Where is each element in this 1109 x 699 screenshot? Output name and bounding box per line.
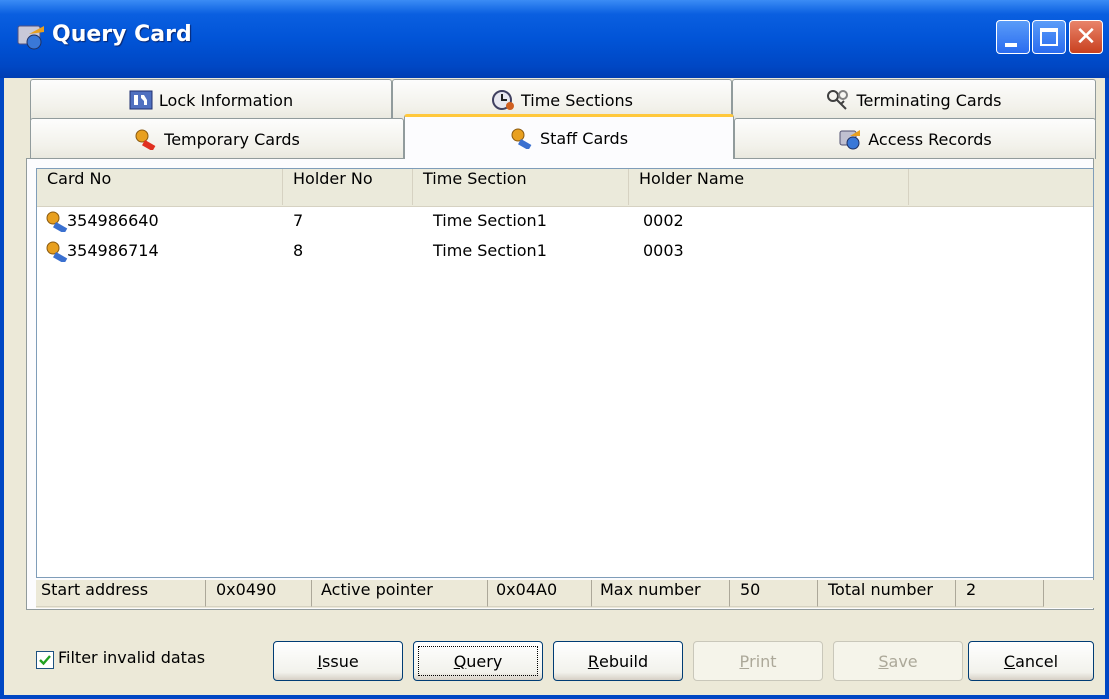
tab-terminating-cards[interactable]: Terminating Cards bbox=[732, 79, 1096, 120]
column-header-card-no[interactable]: Card No bbox=[37, 169, 283, 205]
window-frame bbox=[0, 695, 1109, 699]
filter-invalid-label[interactable]: Filter invalid datas bbox=[58, 648, 205, 667]
window-title: Query Card bbox=[52, 22, 192, 47]
active-pointer-label: Active pointer bbox=[312, 580, 488, 607]
checkmark-icon bbox=[39, 655, 51, 666]
staff-cards-list[interactable]: Card No Holder No Time Section Holder Na… bbox=[36, 168, 1094, 578]
total-number-value: 2 bbox=[956, 580, 1044, 607]
max-number-value: 50 bbox=[730, 580, 818, 607]
title-bar[interactable]: Query Card ✕ bbox=[0, 0, 1109, 78]
button-label: ave bbox=[888, 651, 918, 671]
button-label: rint bbox=[749, 651, 777, 671]
mnemonic: S bbox=[878, 651, 889, 671]
max-number-label: Max number bbox=[592, 580, 730, 607]
holder-no-cell: 7 bbox=[293, 211, 304, 230]
button-label: ssue bbox=[322, 651, 359, 671]
lock-info-icon bbox=[129, 90, 153, 110]
query-button[interactable]: Query bbox=[413, 641, 543, 681]
maximize-icon bbox=[1040, 28, 1058, 46]
app-icon bbox=[17, 25, 44, 50]
print-button[interactable]: Print bbox=[693, 641, 823, 681]
tab-label: Time Sections bbox=[520, 90, 634, 110]
holder-name-cell: 0003 bbox=[643, 241, 684, 260]
mnemonic: Q bbox=[453, 651, 467, 671]
column-header-holder-name[interactable]: Holder Name bbox=[629, 169, 909, 205]
tab-label: Access Records bbox=[868, 129, 992, 149]
start-address-label: Start address bbox=[36, 580, 206, 607]
tab-temporary-cards[interactable]: Temporary Cards bbox=[30, 118, 404, 159]
table-row[interactable]: 354986640 7 Time Section1 0002 bbox=[37, 209, 1093, 233]
mnemonic: P bbox=[739, 651, 750, 671]
tab-access-records[interactable]: Access Records bbox=[734, 118, 1096, 159]
button-label: ebuild bbox=[598, 651, 649, 671]
active-pointer-value: 0x04A0 bbox=[488, 580, 592, 607]
issue-button[interactable]: Issue bbox=[273, 641, 403, 681]
tab-label: Terminating Cards bbox=[856, 90, 1002, 110]
records-icon bbox=[839, 130, 861, 150]
minimize-icon bbox=[1005, 43, 1017, 47]
tab-label: Staff Cards bbox=[539, 128, 629, 148]
tab-staff-cards[interactable]: Staff Cards bbox=[404, 114, 734, 159]
save-button[interactable]: Save bbox=[833, 641, 963, 681]
tab-label: Temporary Cards bbox=[164, 129, 300, 149]
query-card-window: Query Card ✕ Lock Information Time Secti… bbox=[0, 0, 1109, 699]
column-header-holder-no[interactable]: Holder No bbox=[283, 169, 413, 205]
mnemonic: R bbox=[587, 651, 599, 671]
table-row[interactable]: 354986714 8 Time Section1 0003 bbox=[37, 239, 1093, 263]
status-bar: Start address 0x0490 Active pointer 0x04… bbox=[36, 580, 1094, 608]
window-frame bbox=[0, 78, 4, 699]
close-button[interactable]: ✕ bbox=[1069, 20, 1103, 54]
time-section-cell: Time Section1 bbox=[433, 241, 547, 260]
card-no-cell: 354986714 bbox=[67, 241, 159, 260]
window-frame bbox=[1105, 78, 1109, 699]
mnemonic: C bbox=[1003, 651, 1016, 671]
key-icon bbox=[511, 128, 532, 149]
minimize-button[interactable] bbox=[996, 20, 1030, 54]
key-icon bbox=[135, 129, 156, 150]
total-number-label: Total number bbox=[818, 580, 956, 607]
terminate-keys-icon bbox=[827, 90, 849, 110]
tab-lock-information[interactable]: Lock Information bbox=[30, 79, 392, 120]
button-label: ancel bbox=[1015, 651, 1059, 671]
column-header-time-section[interactable]: Time Section bbox=[413, 169, 629, 205]
cancel-button[interactable]: Cancel bbox=[968, 641, 1094, 681]
maximize-button[interactable] bbox=[1032, 20, 1066, 54]
filter-invalid-checkbox[interactable] bbox=[36, 651, 54, 669]
start-address-value: 0x0490 bbox=[206, 580, 312, 607]
rebuild-button[interactable]: Rebuild bbox=[553, 641, 683, 681]
holder-no-cell: 8 bbox=[293, 241, 304, 260]
card-no-cell: 354986640 bbox=[67, 211, 159, 230]
close-icon: ✕ bbox=[1075, 22, 1097, 52]
clock-icon bbox=[491, 90, 514, 110]
holder-name-cell: 0002 bbox=[643, 211, 684, 230]
button-label: uery bbox=[466, 651, 503, 671]
time-section-cell: Time Section1 bbox=[433, 211, 547, 230]
list-header: Card No Holder No Time Section Holder Na… bbox=[37, 169, 1093, 207]
tab-label: Lock Information bbox=[158, 90, 294, 110]
